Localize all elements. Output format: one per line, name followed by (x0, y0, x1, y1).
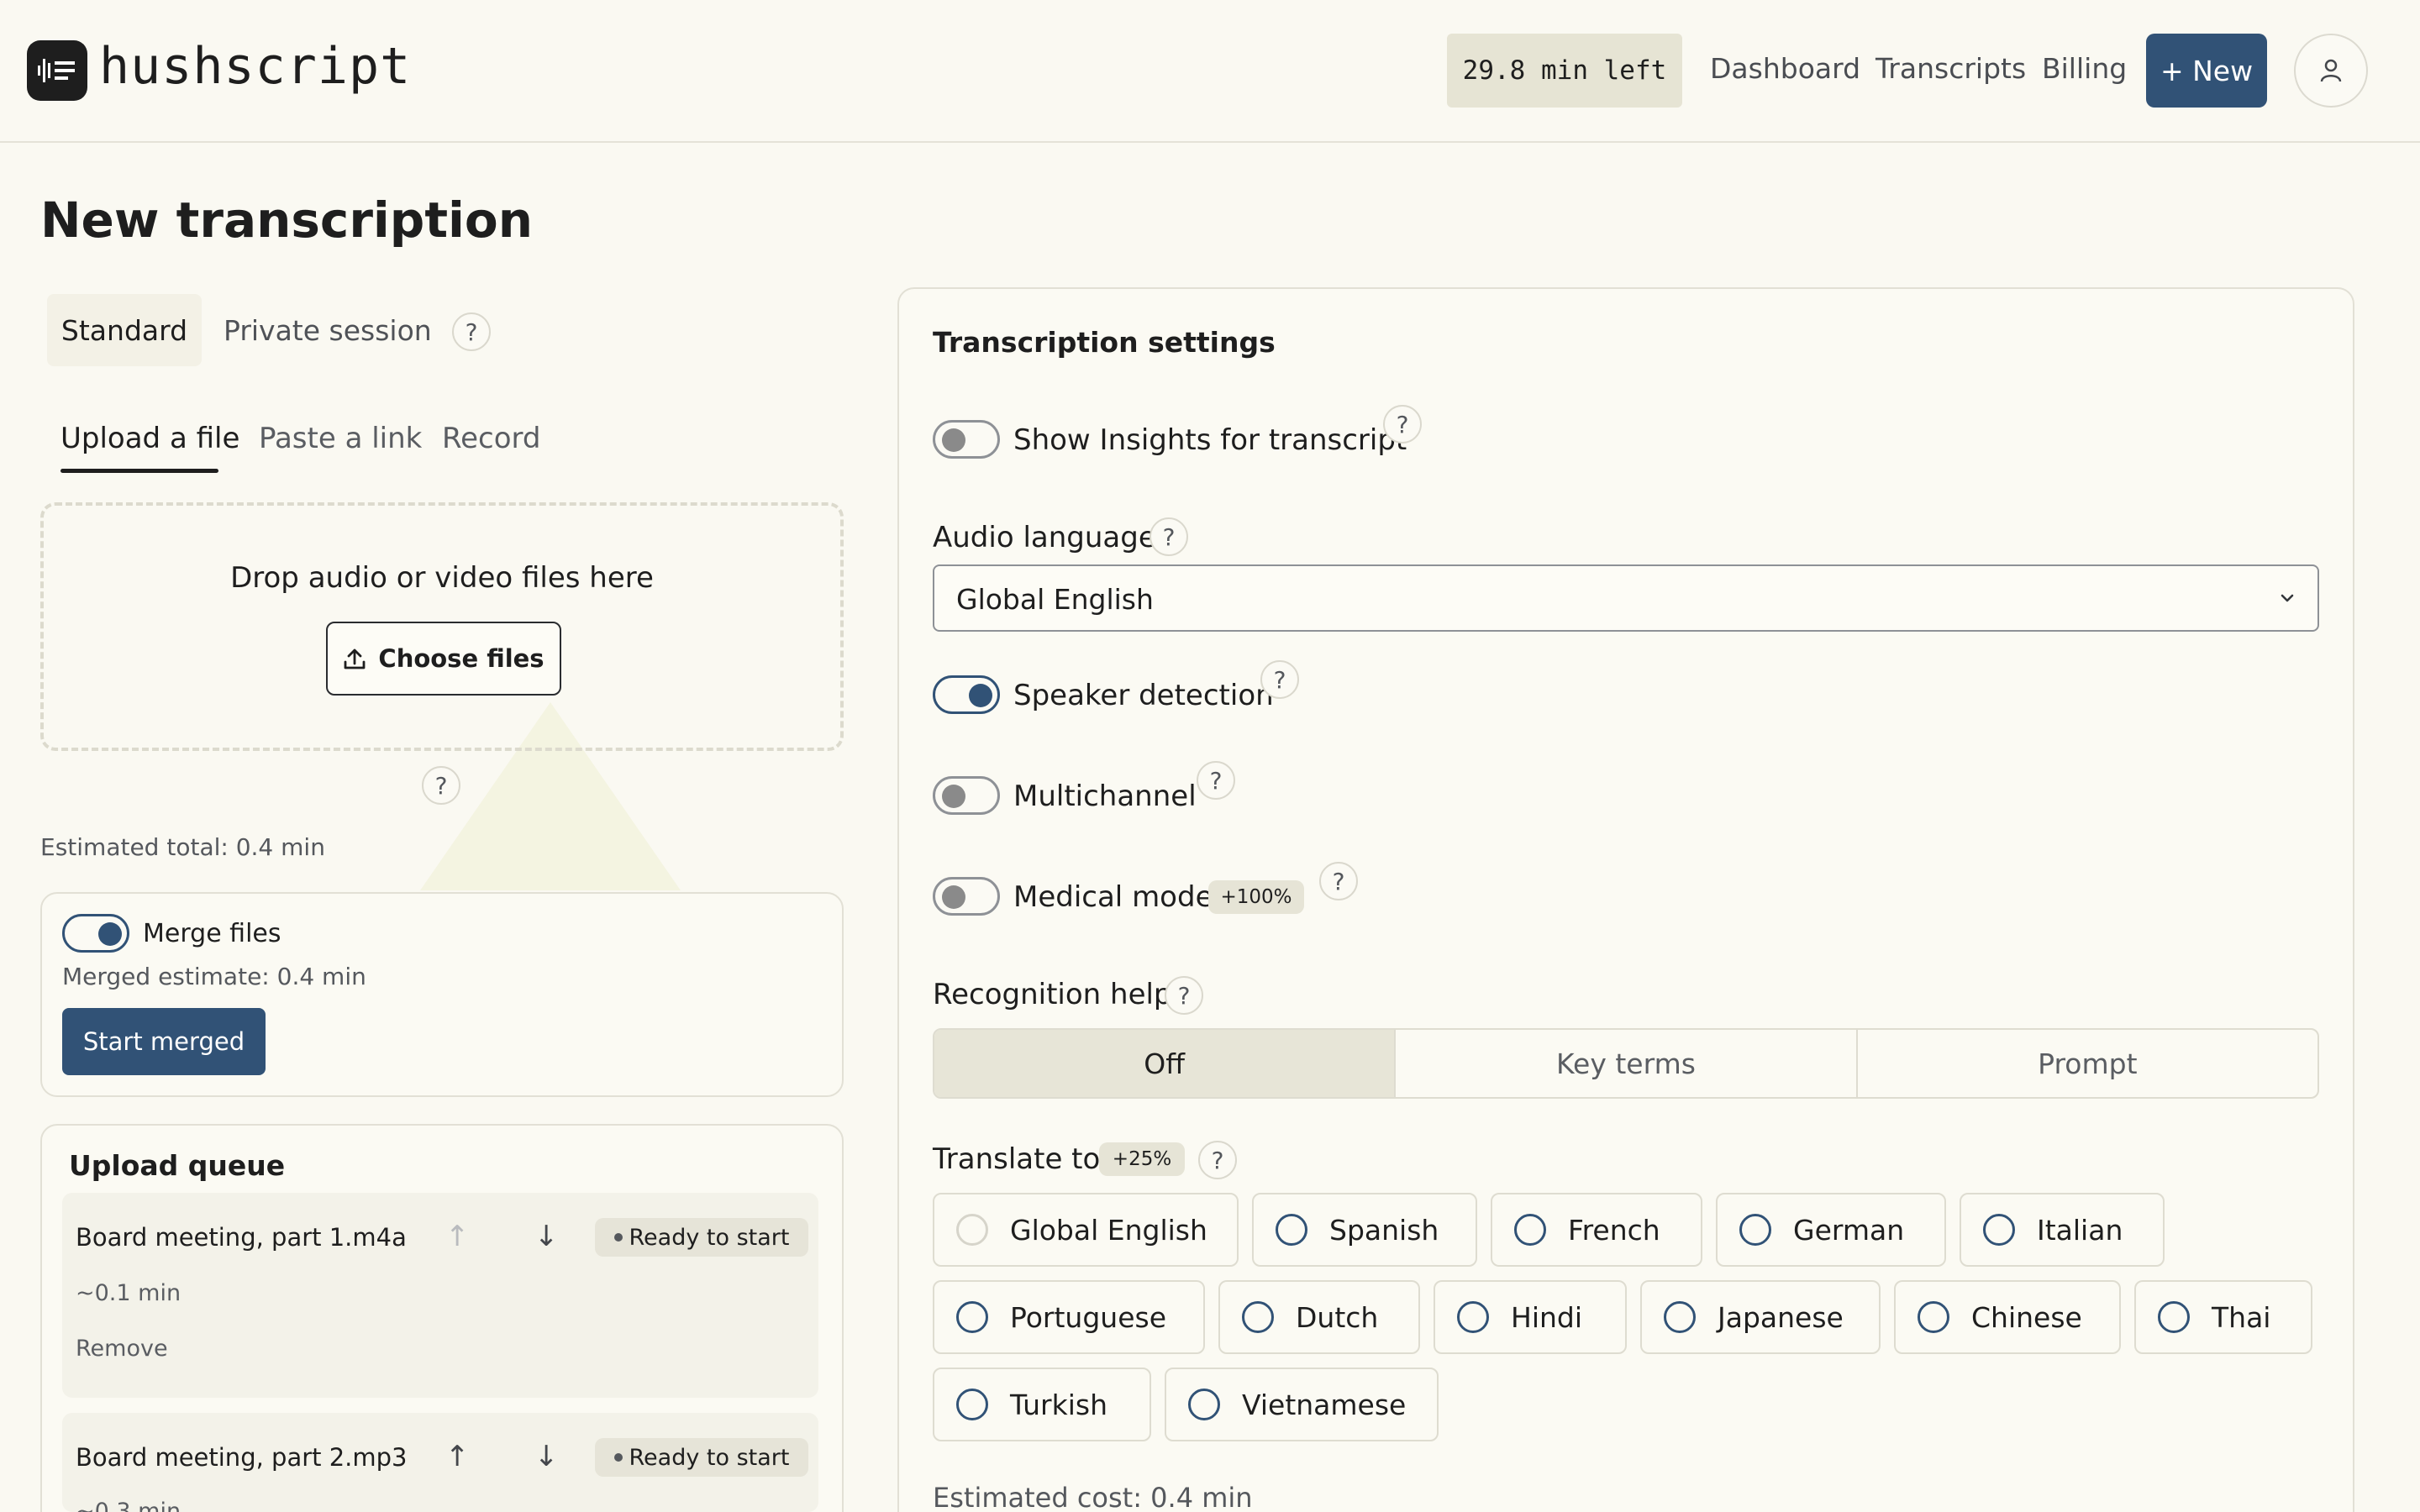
checkbox[interactable] (1242, 1301, 1274, 1333)
translate-option-dutch[interactable]: Dutch (1218, 1280, 1420, 1354)
status-badge: Ready to start (595, 1218, 808, 1257)
audio-language-select[interactable]: Global English (933, 564, 2319, 632)
top-header: hushscript 29.8 min left Dashboard Trans… (0, 0, 2420, 143)
speaker-detection-label: Speaker detection (1013, 679, 1274, 712)
translate-option-chinese[interactable]: Chinese (1894, 1280, 2121, 1354)
avatar[interactable] (2294, 34, 2368, 108)
logo-icon[interactable] (27, 40, 87, 101)
translate-price-badge: +25% (1099, 1142, 1185, 1176)
recognition-prompt-option[interactable]: Prompt (1858, 1030, 2317, 1097)
medical-mode-price-badge: +100% (1208, 880, 1304, 914)
medical-mode-toggle[interactable] (933, 877, 1000, 916)
translate-help-icon[interactable]: ? (1198, 1141, 1237, 1179)
checkbox[interactable] (956, 1389, 988, 1420)
translate-option-turkish[interactable]: Turkish (933, 1368, 1151, 1441)
medical-mode-help-icon[interactable]: ? (1319, 862, 1358, 900)
mode-help-icon[interactable]: ? (452, 312, 491, 351)
audio-language-label: Audio language (933, 521, 1156, 554)
file-dropzone[interactable]: Drop audio or video files here Choose fi… (40, 502, 844, 751)
brand-name[interactable]: hushscript (99, 37, 411, 96)
upload-icon (345, 648, 366, 669)
choose-files-button[interactable]: Choose files (326, 622, 561, 696)
checkbox[interactable] (1983, 1214, 2015, 1246)
medical-mode-label: Medical mode (1013, 880, 1213, 914)
recognition-key-terms-option[interactable]: Key terms (1396, 1030, 1858, 1097)
translate-option-vietnamese[interactable]: Vietnamese (1165, 1368, 1439, 1441)
checkbox[interactable] (1739, 1214, 1771, 1246)
tab-upload-file[interactable]: Upload a file (60, 422, 239, 455)
checkbox[interactable] (956, 1301, 988, 1333)
translate-option-global-english[interactable]: Global English (933, 1193, 1239, 1267)
checkbox[interactable] (1918, 1301, 1949, 1333)
translate-option-thai[interactable]: Thai (2134, 1280, 2312, 1354)
estimated-total: Estimated total: 0.4 min (40, 833, 325, 861)
page-title: New transcription (40, 192, 534, 249)
audio-language-value: Global English (956, 583, 1154, 616)
checkbox[interactable] (2158, 1301, 2190, 1333)
checkbox[interactable] (1514, 1214, 1546, 1246)
minutes-left-badge: 29.8 min left (1447, 34, 1682, 108)
start-merged-button[interactable]: Start merged (62, 1008, 266, 1075)
translate-option-spanish[interactable]: Spanish (1252, 1193, 1477, 1267)
checkbox[interactable] (956, 1214, 988, 1246)
nav-transcripts[interactable]: Transcripts (1876, 52, 2026, 85)
multichannel-toggle[interactable] (933, 776, 1000, 815)
queue-item-duration: ~0.1 min (76, 1280, 182, 1306)
checkbox[interactable] (1276, 1214, 1307, 1246)
insights-label: Show Insights for transcript (1013, 423, 1407, 457)
remove-link[interactable]: Remove (76, 1336, 168, 1362)
move-up-button[interactable]: ↑ (445, 1220, 470, 1253)
recognition-help-segmented: Off Key terms Prompt (933, 1028, 2319, 1099)
checkbox[interactable] (1664, 1301, 1696, 1333)
tab-paste-link[interactable]: Paste a link (259, 422, 422, 455)
move-down-button[interactable]: ↓ (534, 1220, 559, 1253)
insights-help-icon[interactable]: ? (1383, 405, 1422, 444)
queue-item-name: Board meeting, part 2.mp3 (76, 1443, 408, 1472)
translate-option-french[interactable]: French (1491, 1193, 1702, 1267)
status-badge: Ready to start (595, 1438, 808, 1477)
dropzone-text: Drop audio or video files here (230, 561, 654, 595)
translate-option-hindi[interactable]: Hindi (1434, 1280, 1627, 1354)
move-up-button[interactable]: ↑ (445, 1440, 470, 1473)
recognition-off-option[interactable]: Off (934, 1030, 1397, 1097)
translate-to-label: Translate to (933, 1142, 1101, 1176)
multichannel-help-icon[interactable]: ? (1197, 761, 1235, 800)
chevron-down-icon (2281, 594, 2294, 602)
recognition-help-label: Recognition help (933, 978, 1172, 1011)
queue-item-duration: ~0.3 min (76, 1499, 182, 1512)
translate-option-japanese[interactable]: Japanese (1640, 1280, 1881, 1354)
tab-standard[interactable]: Standard (47, 294, 202, 366)
translate-option-german[interactable]: German (1716, 1193, 1946, 1267)
speaker-detection-toggle[interactable] (933, 675, 1000, 714)
insights-toggle[interactable] (933, 420, 1000, 459)
upload-queue-title: Upload queue (69, 1149, 286, 1182)
checkbox[interactable] (1188, 1389, 1220, 1420)
merged-estimate: Merged estimate: 0.4 min (62, 963, 366, 990)
recognition-help-icon[interactable]: ? (1165, 976, 1203, 1015)
translate-option-italian[interactable]: Italian (1960, 1193, 2165, 1267)
nav-dashboard[interactable]: Dashboard (1710, 52, 1860, 85)
choose-files-label: Choose files (378, 644, 544, 673)
tab-private-session[interactable]: Private session (224, 294, 432, 366)
estimated-cost: Estimated cost: 0.4 min (933, 1482, 1253, 1512)
new-button[interactable]: + New (2146, 34, 2267, 108)
audio-language-help-icon[interactable]: ? (1150, 517, 1188, 556)
multichannel-label: Multichannel (1013, 780, 1197, 813)
queue-item: Board meeting, part 2.mp3 ↑ ↓ Ready to s… (62, 1413, 818, 1512)
user-icon (2320, 59, 2342, 82)
tab-record[interactable]: Record (442, 422, 540, 455)
merge-files-label: Merge files (143, 919, 281, 948)
settings-title: Transcription settings (933, 326, 1276, 359)
dropzone-help-icon[interactable]: ? (422, 766, 460, 805)
queue-item: Board meeting, part 1.m4a ↑ ↓ Ready to s… (62, 1193, 818, 1398)
speaker-detection-help-icon[interactable]: ? (1260, 660, 1299, 699)
translate-option-portuguese[interactable]: Portuguese (933, 1280, 1205, 1354)
checkbox[interactable] (1457, 1301, 1489, 1333)
active-tab-underline (60, 469, 218, 473)
queue-item-name: Board meeting, part 1.m4a (76, 1223, 407, 1252)
nav-billing[interactable]: Billing (2042, 52, 2127, 85)
move-down-button[interactable]: ↓ (534, 1440, 559, 1473)
merge-files-toggle[interactable] (62, 914, 129, 953)
